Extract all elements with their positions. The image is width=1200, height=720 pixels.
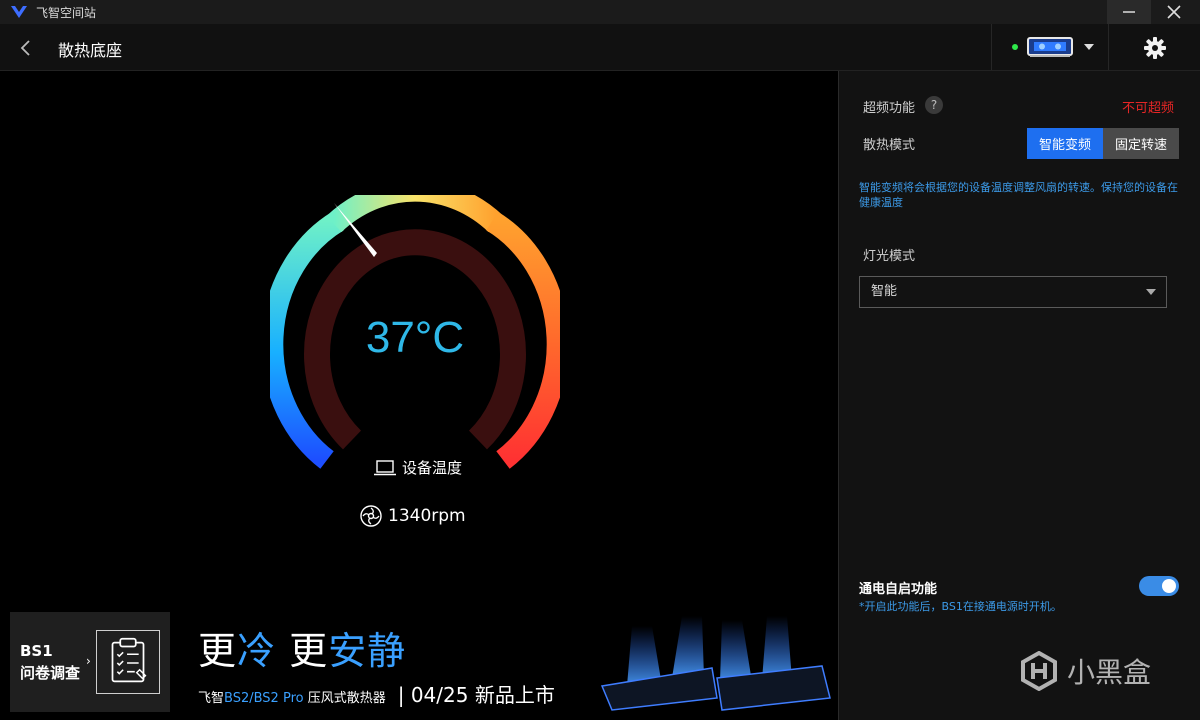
- temperature-value: 37°C: [365, 313, 465, 362]
- close-icon: [1167, 5, 1181, 19]
- promo-headline: 更冷 更安静: [198, 629, 407, 673]
- light-mode-label: 灯光模式: [863, 249, 916, 264]
- temperature-label-text: 设备温度: [402, 459, 463, 477]
- cooling-mode-description: 智能变频将会根据您的设备温度调整风扇的转速。保持您的设备在健康温度: [859, 181, 1178, 209]
- survey-title-line1: BS1: [20, 642, 53, 660]
- app-logo-icon: [11, 6, 27, 18]
- connection-status-dot: [1012, 44, 1018, 50]
- chevron-right-icon: ›: [86, 654, 91, 668]
- device-selector[interactable]: [991, 24, 1109, 70]
- gear-icon[interactable]: [1142, 35, 1168, 61]
- promo-date: | 04/25 新品上市: [397, 683, 555, 707]
- title-bar: 飞智空间站: [0, 0, 1200, 24]
- promo-subtitle: 飞智 BS2/BS2 Pro 压风式散热器 | 04/25 新品上市: [198, 679, 555, 708]
- cooling-mode-label: 散热模式: [863, 138, 916, 153]
- fan-icon: [360, 505, 382, 527]
- fan-speed-value: 1340rpm: [388, 506, 466, 526]
- power-on-title: 通电自启功能: [859, 582, 938, 597]
- clipboard-icon: [96, 630, 160, 694]
- mode-smart-button[interactable]: 智能变频: [1027, 128, 1103, 159]
- back-arrow-icon[interactable]: [14, 36, 38, 60]
- power-on-toggle[interactable]: [1139, 576, 1179, 596]
- app-title: 飞智空间站: [36, 5, 97, 20]
- laptop-icon: [374, 459, 396, 475]
- power-on-note: *开启此功能后，BS1在接通电源时开机。: [859, 600, 1062, 613]
- mode-fixed-button[interactable]: 固定转速: [1103, 128, 1179, 159]
- heybox-logo-icon: [1021, 651, 1057, 691]
- minimize-button[interactable]: [1107, 0, 1151, 24]
- page-title: 散热底座: [58, 41, 123, 60]
- survey-title-line2: 问卷调查: [20, 664, 81, 682]
- page-header: 散热底座: [0, 24, 1200, 71]
- watermark: 小黑盒: [1019, 651, 1151, 691]
- help-icon[interactable]: ?: [925, 96, 943, 114]
- minimize-icon: [1123, 11, 1135, 13]
- light-mode-select[interactable]: 智能: [859, 276, 1167, 308]
- chevron-down-icon: [1146, 289, 1156, 295]
- watermark-text: 小黑盒: [1067, 656, 1152, 689]
- cooler-product-image: [600, 616, 831, 711]
- light-mode-value: 智能: [871, 284, 898, 299]
- overclock-status: 不可超频: [1121, 101, 1174, 116]
- survey-card[interactable]: BS1 问卷调查 ›: [10, 612, 170, 712]
- promo-banner[interactable]: 更冷 更安静 飞智 BS2/BS2 Pro 压风式散热器 | 04/25 新品上市: [172, 606, 837, 720]
- toggle-knob: [1162, 579, 1176, 593]
- settings-panel: 超频功能 ? 不可超频 散热模式 智能变频 固定转速 智能变频将会根据您的设备温…: [838, 71, 1200, 720]
- fan-speed: 1340rpm: [360, 505, 466, 527]
- cooling-mode-toggle: 智能变频 固定转速: [1027, 128, 1179, 159]
- chevron-down-icon: [1084, 44, 1094, 50]
- cooling-pad-device-icon: [1027, 37, 1073, 57]
- overclock-label: 超频功能: [863, 101, 916, 116]
- close-button[interactable]: [1152, 0, 1196, 24]
- device-temperature-label: 设备温度: [374, 457, 462, 478]
